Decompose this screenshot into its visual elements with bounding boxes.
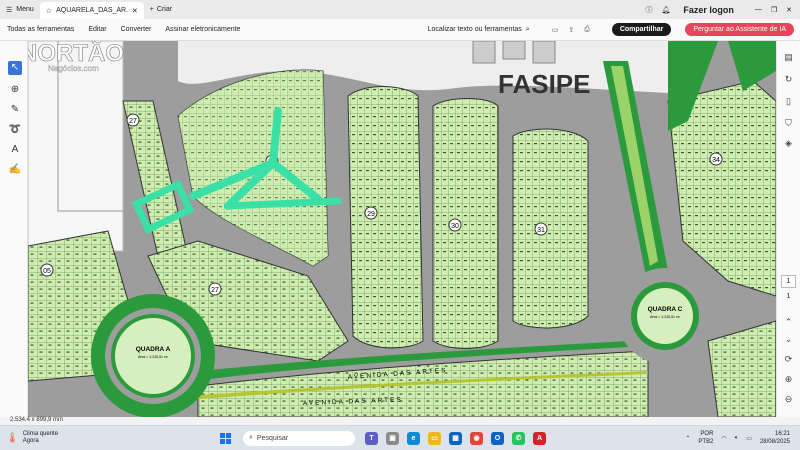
page-number-input[interactable]: 1: [781, 275, 796, 288]
language-indicator[interactable]: POR PTB2: [698, 430, 713, 446]
new-tab-label: Criar: [156, 6, 173, 13]
save-icon[interactable]: ▭: [552, 26, 559, 34]
outlook-icon[interactable]: O: [491, 431, 504, 445]
clock-date: 28/08/2025: [759, 439, 790, 445]
find-tools-search[interactable]: Localizar texto ou ferramentas ⌕: [428, 26, 530, 34]
layers-icon[interactable]: ◈: [782, 137, 795, 150]
document-tab[interactable]: ☆ AQUARELA_DAS_AR... ✕: [39, 2, 144, 19]
menu-button[interactable]: ☰ Menu: [0, 0, 40, 19]
block-label-27-south: 27: [211, 287, 219, 294]
clock-time: 16:21: [774, 431, 790, 437]
plus-icon: +: [149, 6, 154, 13]
menu-label: Menu: [16, 6, 34, 13]
comment-icon[interactable]: ▤: [782, 51, 795, 64]
bookmark-icon[interactable]: ⛉: [782, 117, 795, 130]
star-icon[interactable]: ☆: [46, 7, 52, 15]
share-button[interactable]: Compartilhar: [611, 23, 672, 36]
acrobat-icon[interactable]: A: [533, 431, 546, 445]
block-31: [512, 128, 589, 329]
weather-sub: Agora: [22, 438, 39, 444]
quadra-c-label: QUADRA C: [648, 306, 683, 313]
fasipe-label: FASIPE: [498, 69, 590, 99]
upload-icon[interactable]: ⇪: [568, 26, 574, 34]
toolbar: Todas as ferramentas Editar Converter As…: [0, 19, 800, 41]
edit-menu[interactable]: Editar: [88, 26, 106, 33]
maximize-icon[interactable]: ❐: [771, 6, 777, 14]
chevron-up-icon[interactable]: ⌃: [685, 435, 690, 442]
file-explorer-icon[interactable]: ▭: [428, 431, 441, 445]
store-icon[interactable]: ▦: [449, 431, 462, 445]
block-label-30: 30: [451, 223, 459, 230]
teams-icon[interactable]: T: [365, 431, 378, 445]
right-tool-column: ▤ ↻ ▯ ⛉ ◈ 1 1 ⌃ ⌄ ⟳ ⊕ ⊖: [776, 41, 800, 417]
taskbar-search-placeholder: Pesquisar: [256, 434, 289, 442]
convert-menu[interactable]: Converter: [121, 26, 152, 33]
minimize-icon[interactable]: —: [755, 6, 762, 13]
cursor-icon[interactable]: ↖: [8, 61, 22, 75]
chrome-icon[interactable]: ◉: [470, 431, 483, 445]
search-icon: ⌕: [525, 25, 530, 33]
edge-icon[interactable]: e: [407, 431, 420, 445]
map-view[interactable]: 27 28 29 30 31 34 05 27 QUADRA A Área = …: [28, 41, 776, 417]
whatsapp-icon[interactable]: ✆: [512, 431, 525, 445]
task-view-icon[interactable]: ▣: [386, 431, 399, 445]
page-total: 1: [786, 293, 791, 300]
fill-sign-icon[interactable]: ✍: [8, 163, 22, 177]
sign-menu[interactable]: Assinar eletronicamente: [165, 26, 240, 33]
quadra-a-area: Área = 1.226,51 m²: [138, 355, 169, 359]
close-tab-icon[interactable]: ✕: [132, 7, 138, 15]
document-icon[interactable]: ▯: [782, 95, 795, 108]
close-window-icon[interactable]: ✕: [786, 6, 792, 14]
block-30: [432, 98, 499, 349]
lasso-icon[interactable]: ➰: [8, 123, 22, 137]
title-bar: ☰ Menu ☆ AQUARELA_DAS_AR... ✕ + Criar ⓘ …: [0, 0, 800, 19]
clock[interactable]: 16:21 28/08/2025: [760, 430, 790, 446]
wifi-icon[interactable]: ◠: [721, 435, 726, 442]
windows-start-icon[interactable]: [220, 432, 231, 444]
block-label-31: 31: [537, 227, 545, 234]
block-29: [347, 86, 424, 349]
ai-assistant-button[interactable]: Perguntar ao Assistente de IA: [685, 23, 794, 36]
subdivision-plan: 27 28 29 30 31 34 05 27 QUADRA A Área = …: [28, 41, 776, 417]
help-icon[interactable]: ⓘ: [645, 5, 652, 15]
block-label-27-north: 27: [129, 118, 137, 125]
print-icon[interactable]: ⎙: [584, 26, 590, 34]
login-button[interactable]: Fazer logon: [683, 5, 734, 15]
tab-title: AQUARELA_DAS_AR...: [56, 7, 128, 14]
search-icon: ⌕: [249, 434, 253, 441]
block-label-34: 34: [712, 157, 720, 164]
bell-icon[interactable]: 🔔︎: [661, 6, 670, 14]
taskbar: 🌡︎ Clima quente Agora ⌕ Pesquisar T ▣ e …: [0, 425, 800, 450]
new-tab-button[interactable]: + Criar: [150, 6, 172, 13]
svg-text:Negócios.com: Negócios.com: [48, 64, 99, 73]
weather-title: Clima quente: [22, 431, 59, 437]
page-up-icon[interactable]: ⌃: [782, 316, 795, 329]
pen-icon[interactable]: ✎: [8, 103, 22, 117]
block-label-29: 29: [367, 211, 375, 218]
text-icon[interactable]: A: [8, 143, 22, 157]
page-down-icon[interactable]: ⌄: [782, 333, 795, 346]
find-tools-label: Localizar texto ou ferramentas: [427, 26, 522, 33]
volume-icon[interactable]: 🔈︎: [735, 435, 739, 442]
page-dimensions: 2.534,4 x 899,9 mm: [0, 417, 800, 425]
zoom-in-icon[interactable]: ⊕: [782, 373, 795, 386]
quadra-c-area: Área = 1.226,51 m²: [650, 315, 681, 319]
zoom-icon[interactable]: ⊕: [8, 83, 22, 97]
left-tool-column: ↖ ⊕ ✎ ➰ A ✍: [0, 41, 28, 417]
quadra-a-label: QUADRA A: [136, 346, 171, 353]
zoom-out-icon[interactable]: ⊖: [782, 393, 795, 406]
hamburger-icon: ☰: [6, 6, 13, 14]
rotate-icon[interactable]: ⟳: [782, 353, 795, 366]
weather-widget[interactable]: 🌡︎ Clima quente Agora: [0, 431, 220, 445]
taskbar-search[interactable]: ⌕ Pesquisar: [243, 430, 355, 446]
refresh-icon[interactable]: ↻: [782, 73, 795, 86]
battery-icon[interactable]: ▭: [746, 435, 752, 442]
block-label-05: 05: [43, 268, 51, 275]
all-tools-menu[interactable]: Todas as ferramentas: [7, 26, 74, 33]
thermometer-icon: 🌡︎: [6, 432, 19, 444]
